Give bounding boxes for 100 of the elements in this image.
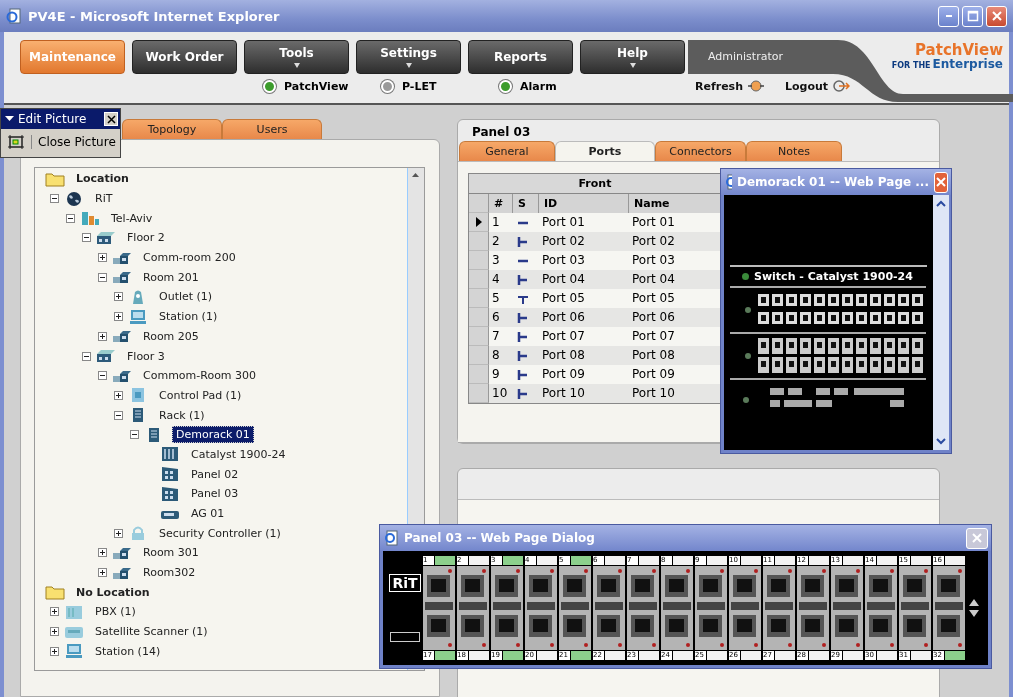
led-icon — [742, 273, 749, 280]
expander-icon[interactable] — [98, 568, 107, 578]
tree-item[interactable]: Room 205 — [140, 328, 202, 344]
logo-prefix: FOR THE — [891, 61, 931, 70]
picture-frame-icon[interactable] — [7, 134, 25, 150]
tab[interactable]: Topology — [122, 119, 222, 139]
table-cell-text: Port 01 — [541, 214, 586, 231]
tree-item[interactable]: Tel-Aviv — [108, 210, 156, 226]
tree-item[interactable]: Catalyst 1900-24 — [188, 446, 289, 462]
document-icon — [385, 530, 399, 546]
scrollbar[interactable] — [933, 195, 949, 450]
expander-icon[interactable] — [114, 528, 123, 538]
panel-title: Panel 03 — [471, 124, 532, 141]
expander-icon[interactable] — [98, 548, 107, 558]
row-header[interactable] — [469, 213, 489, 232]
close-icon — [971, 532, 983, 544]
table-cell-text: 3 — [491, 252, 501, 269]
expander-icon[interactable] — [82, 351, 91, 361]
tree-item[interactable]: Panel 02 — [188, 466, 242, 482]
table-cell: 2 — [489, 232, 513, 251]
column-header[interactable]: S — [513, 194, 539, 213]
tree-item[interactable]: Floor 2 — [124, 230, 168, 246]
table-cell-text: 5 — [491, 290, 501, 307]
close-picture-button[interactable]: Close Picture — [31, 135, 116, 149]
table-cell: Port 02 — [539, 232, 629, 251]
expander-icon[interactable] — [82, 233, 91, 243]
minimize-button[interactable] — [938, 5, 959, 27]
close-icon — [935, 176, 947, 188]
table-cell-text: Port 05 — [541, 290, 586, 307]
tree-item[interactable]: Commom-Room 300 — [140, 368, 260, 384]
expander-icon[interactable] — [98, 272, 107, 282]
table-cell-text: 1 — [491, 214, 501, 231]
table-cell: Port 04 — [539, 270, 629, 289]
tree-item[interactable]: Satellite Scanner (1) — [92, 624, 211, 640]
table-cell-text: Port 03 — [631, 252, 676, 269]
tab[interactable]: Connectors — [655, 141, 746, 161]
logo-name: PatchView — [915, 42, 1003, 58]
nav-button[interactable]: Help — [580, 40, 685, 74]
tree-item[interactable]: Outlet (1) — [156, 289, 216, 305]
expander-icon[interactable] — [98, 331, 107, 341]
table-cell-text: 9 — [491, 366, 501, 383]
brand-label: RiT — [389, 574, 421, 592]
tree-item[interactable]: Demorack 01 — [172, 426, 254, 444]
expander-icon[interactable] — [98, 253, 107, 263]
nav-button[interactable]: Reports — [468, 40, 573, 74]
tree-item[interactable]: No Location — [73, 584, 153, 600]
tree-item[interactable]: Control Pad (1) — [156, 387, 245, 403]
tree-item[interactable]: Floor 3 — [124, 348, 168, 364]
nav-button[interactable]: Work Order — [132, 40, 237, 74]
tree-item[interactable]: AG 01 — [188, 506, 228, 522]
column-header[interactable]: # — [489, 194, 513, 213]
table-cell: 4 — [489, 270, 513, 289]
nav-button[interactable]: Settings — [356, 40, 461, 74]
tree-item[interactable]: Location — [73, 171, 132, 187]
tree-item[interactable]: Comm-room 200 — [140, 250, 239, 266]
tree-item[interactable]: Panel 03 — [188, 486, 242, 502]
tab[interactable]: General — [459, 141, 555, 161]
status-label: P-LET — [402, 79, 437, 93]
header-link[interactable]: Logout — [785, 79, 851, 93]
maximize-icon — [966, 10, 979, 22]
tree-item[interactable]: Room302 — [140, 565, 199, 581]
close-icon — [990, 10, 1003, 22]
nav-button[interactable]: Tools — [244, 40, 349, 74]
expander-icon[interactable] — [114, 312, 123, 322]
expander-icon[interactable] — [114, 390, 123, 400]
caret-icon[interactable] — [5, 116, 14, 122]
table-cell: Port 06 — [629, 308, 721, 327]
tree-item[interactable]: Station (1) — [156, 309, 221, 325]
tree-item[interactable]: Rack (1) — [156, 407, 208, 423]
document-icon — [726, 174, 732, 190]
refresh-icon — [747, 79, 765, 93]
label-slot — [390, 632, 420, 642]
expander-icon[interactable] — [114, 292, 123, 302]
expander-icon[interactable] — [130, 430, 139, 440]
tab[interactable]: Ports — [555, 141, 655, 161]
header-link[interactable]: Refresh — [695, 79, 765, 93]
tab[interactable]: Users — [222, 119, 322, 139]
expander-icon[interactable] — [50, 627, 59, 637]
expander-icon[interactable] — [114, 410, 123, 420]
tab[interactable]: Notes — [746, 141, 842, 161]
table-cell: 8 — [489, 346, 513, 365]
expander-icon[interactable] — [66, 213, 75, 223]
table-cell: Port 06 — [539, 308, 629, 327]
expander-icon[interactable] — [50, 194, 59, 204]
tree-item[interactable]: Room 301 — [140, 545, 202, 561]
tree-item[interactable]: RiT — [92, 191, 116, 207]
expander-icon[interactable] — [50, 607, 59, 617]
column-header[interactable]: ID — [539, 194, 629, 213]
table-cell: Port 10 — [539, 384, 629, 403]
tree-item[interactable]: Room 201 — [140, 269, 202, 285]
current-row-icon — [474, 216, 483, 228]
tree-item[interactable]: Station (14) — [92, 643, 164, 659]
expander-icon[interactable] — [98, 371, 107, 381]
expander-icon[interactable] — [50, 646, 59, 656]
tree-item[interactable]: Security Controller (1) — [156, 525, 284, 541]
table-cell: Port 08 — [629, 346, 721, 365]
tree-item[interactable]: PBX (1) — [92, 604, 139, 620]
close-button[interactable] — [104, 112, 118, 126]
toolbar-title: Edit Picture — [18, 112, 88, 126]
maximize-button[interactable] — [962, 5, 983, 27]
